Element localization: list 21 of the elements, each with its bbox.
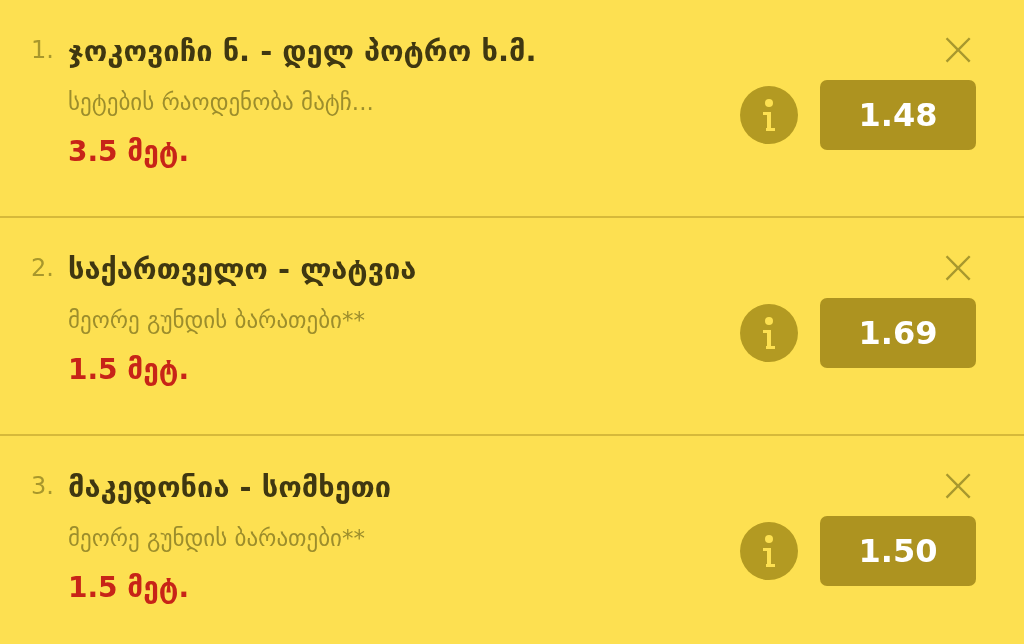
market-name: სეტების რაოდენობა მატჩ... — [68, 88, 375, 118]
bet-pick: 1.5 მეტ. — [68, 570, 191, 606]
info-icon[interactable] — [740, 522, 798, 580]
odds-button[interactable]: 1.69 — [820, 298, 976, 368]
odds-button[interactable]: 1.50 — [820, 516, 976, 586]
close-button[interactable]: × — [938, 464, 978, 504]
close-button[interactable]: × — [938, 28, 978, 68]
bet-pick: 1.5 მეტ. — [68, 352, 191, 388]
market-name: მეორე გუნდის ბარათები** — [68, 524, 366, 554]
match-title: ჯოკოვიჩი ნ. - დელ პოტრო ხ.მ. — [68, 33, 538, 70]
bet-number: 2. — [30, 253, 55, 282]
bet-pick: 3.5 მეტ. — [68, 134, 191, 170]
odds-button[interactable]: 1.48 — [820, 80, 976, 150]
match-title: მაკედონია - სომხეთი — [68, 469, 393, 506]
bet-number: 3. — [30, 471, 55, 500]
market-name: მეორე გუნდის ბარათები** — [68, 306, 366, 336]
bet-number: 1. — [30, 35, 55, 64]
close-button[interactable]: × — [938, 246, 978, 286]
match-title: საქართველო - ლატვია — [68, 251, 418, 288]
info-icon[interactable] — [740, 304, 798, 362]
info-icon[interactable] — [740, 86, 798, 144]
